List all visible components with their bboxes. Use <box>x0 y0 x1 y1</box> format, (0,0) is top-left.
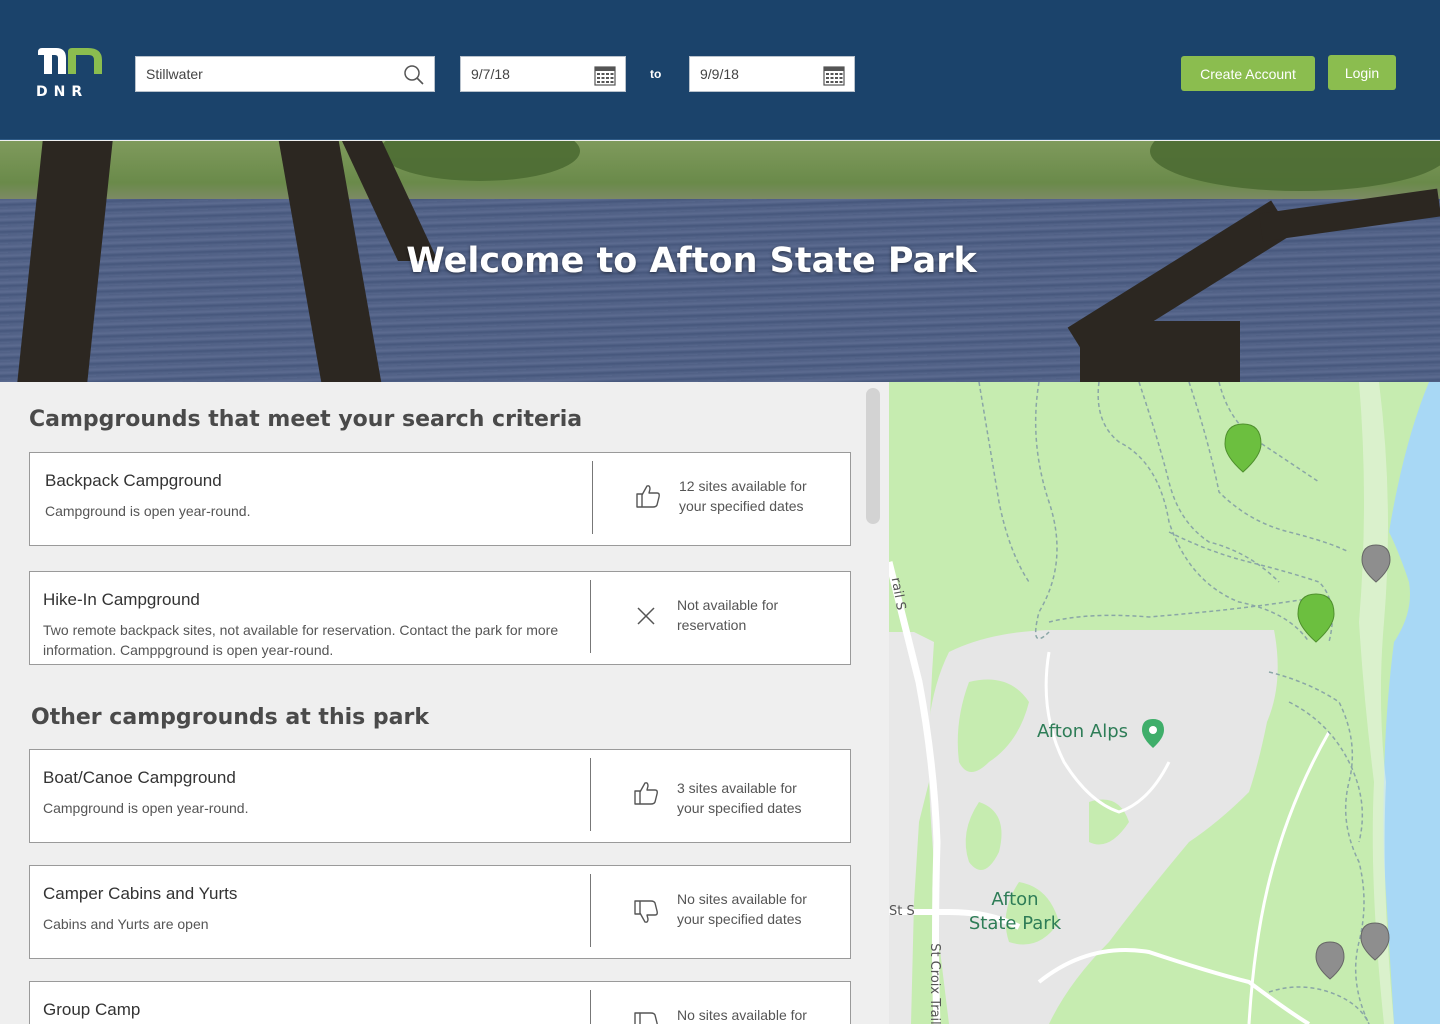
hero-banner: Welcome to Afton State Park <box>0 141 1440 382</box>
card-divider <box>590 758 591 831</box>
map-pin[interactable] <box>1315 941 1345 980</box>
hero-title: Welcome to Afton State Park <box>406 241 977 281</box>
campground-card[interactable]: Group Camp No sites available for <box>29 981 851 1024</box>
map-pin[interactable] <box>1224 423 1262 473</box>
card-divider <box>590 990 591 1024</box>
thumbs-down-icon <box>634 1012 658 1024</box>
campground-description: Campground is open year-round. <box>45 503 251 519</box>
park-map[interactable]: Afton Alps Afton State Park rail S St S … <box>889 382 1440 1024</box>
card-divider <box>590 874 591 947</box>
top-header: DNR to <box>0 0 1440 140</box>
campground-description: Campground is open year-round. <box>43 800 249 816</box>
campground-name[interactable]: Camper Cabins and Yurts <box>43 884 237 904</box>
thumbs-up-icon <box>636 485 660 508</box>
campground-card[interactable]: Backpack Campground Campground is open y… <box>29 452 851 546</box>
logo-text: DNR <box>36 84 89 100</box>
card-divider <box>590 580 591 653</box>
campground-name[interactable]: Group Camp <box>43 1000 140 1020</box>
close-icon <box>637 607 655 625</box>
campground-card[interactable]: Boat/Canoe Campground Campground is open… <box>29 749 851 843</box>
availability-status: Not available for reservation <box>677 597 779 633</box>
availability-status: No sites available for <box>677 1007 807 1023</box>
results-heading: Campgrounds that meet your search criter… <box>29 407 583 432</box>
card-divider <box>592 461 593 534</box>
location-search-input[interactable] <box>136 57 434 91</box>
map-label-afton-alps: Afton Alps <box>1037 721 1129 742</box>
availability-status: 12 sites available for your specified da… <box>679 478 807 514</box>
location-search-field[interactable] <box>135 56 435 92</box>
map-pin[interactable] <box>1297 593 1335 643</box>
thumbs-down-icon <box>634 900 658 923</box>
start-date-field[interactable] <box>460 56 626 92</box>
hero-tree-trunk <box>1080 321 1240 382</box>
campground-description: Two remote backpack sites, not available… <box>43 622 559 658</box>
create-account-button[interactable]: Create Account <box>1181 56 1315 91</box>
other-campgrounds-heading: Other campgrounds at this park <box>31 705 429 730</box>
campground-name[interactable]: Hike-In Campground <box>43 590 200 610</box>
login-button[interactable]: Login <box>1328 55 1396 90</box>
campground-card[interactable]: Camper Cabins and Yurts Cabins and Yurts… <box>29 865 851 959</box>
calendar-icon[interactable] <box>822 63 846 87</box>
availability-status: 3 sites available for your specified dat… <box>677 780 802 816</box>
campground-card[interactable]: Hike-In Campground Two remote backpack s… <box>29 571 851 665</box>
end-date-field[interactable] <box>689 56 855 92</box>
search-icon[interactable] <box>402 63 426 87</box>
campground-name[interactable]: Boat/Canoe Campground <box>43 768 236 788</box>
map-road-label: St Croix Trail <box>927 943 942 1024</box>
map-road-label: St S <box>889 904 915 919</box>
results-scrollbar-thumb[interactable] <box>866 388 880 524</box>
calendar-icon[interactable] <box>593 63 617 87</box>
availability-status: No sites available for your specified da… <box>677 891 807 927</box>
date-range-to-label: to <box>650 67 662 81</box>
thumbs-up-icon <box>634 782 658 805</box>
campground-description: Cabins and Yurts are open <box>43 916 209 932</box>
campground-name[interactable]: Backpack Campground <box>45 471 222 491</box>
map-label-afton-state-park: Afton State Park <box>968 889 1062 934</box>
